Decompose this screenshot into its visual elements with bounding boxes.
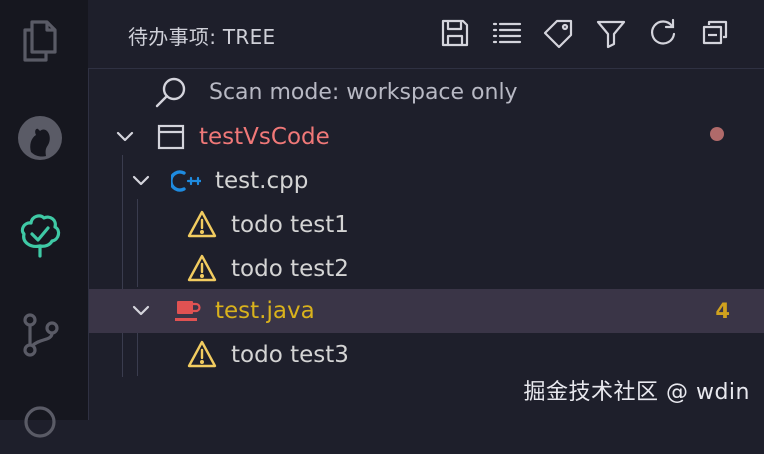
todo-count-badge: 4 [715, 299, 730, 323]
file-row-java[interactable]: test.java 4 [89, 289, 764, 333]
panel-header: 待办事项: TREE [88, 0, 764, 68]
todo-item[interactable]: todo test1 [89, 203, 764, 247]
file-label-cpp: test.cpp [215, 168, 309, 194]
file-label-java: test.java [215, 298, 315, 324]
todo-label: todo test3 [231, 342, 349, 368]
collapse-all-icon[interactable] [698, 16, 732, 50]
java-file-icon [173, 297, 201, 325]
window-icon [157, 124, 185, 150]
flat-list-icon[interactable] [490, 16, 524, 50]
scan-mode-row[interactable]: Scan mode: workspace only [89, 71, 764, 115]
source-control-icon[interactable] [14, 308, 66, 360]
todo-item[interactable]: todo test2 [89, 247, 764, 291]
todo-label: todo test2 [231, 256, 349, 282]
filter-icon[interactable] [594, 16, 628, 50]
github-icon[interactable] [14, 112, 66, 164]
chevron-down-icon[interactable] [129, 169, 153, 193]
todo-tree: Scan mode: workspace only testVsCode tes… [88, 68, 764, 420]
modified-dot [710, 127, 724, 141]
warning-icon [187, 340, 217, 368]
cpp-file-icon [169, 167, 203, 195]
tags-icon[interactable] [542, 16, 576, 50]
search-icon [153, 75, 189, 111]
activity-bar [0, 0, 88, 438]
export-save-icon[interactable] [438, 16, 472, 50]
warning-icon [187, 254, 217, 282]
todo-item[interactable]: todo test3 [89, 333, 764, 377]
refresh-icon[interactable] [646, 16, 680, 50]
todo-tree-panel: 待办事项: TREE Scan mode: workspace only tes… [88, 0, 764, 420]
warning-icon [187, 210, 217, 238]
explorer-icon[interactable] [14, 14, 66, 66]
workspace-row[interactable]: testVsCode [89, 115, 764, 159]
file-row-cpp[interactable]: test.cpp [89, 159, 764, 203]
scan-mode-label: Scan mode: workspace only [209, 80, 518, 105]
chevron-down-icon[interactable] [113, 125, 137, 149]
panel-title: 待办事项: TREE [128, 25, 276, 49]
chevron-down-icon[interactable] [129, 299, 153, 323]
todo-tree-icon[interactable] [14, 210, 66, 262]
todo-label: todo test1 [231, 212, 349, 238]
search-activity-icon[interactable] [14, 398, 66, 450]
workspace-label: testVsCode [199, 124, 330, 150]
watermark: 掘金技术社区 @ wdin [523, 380, 750, 405]
